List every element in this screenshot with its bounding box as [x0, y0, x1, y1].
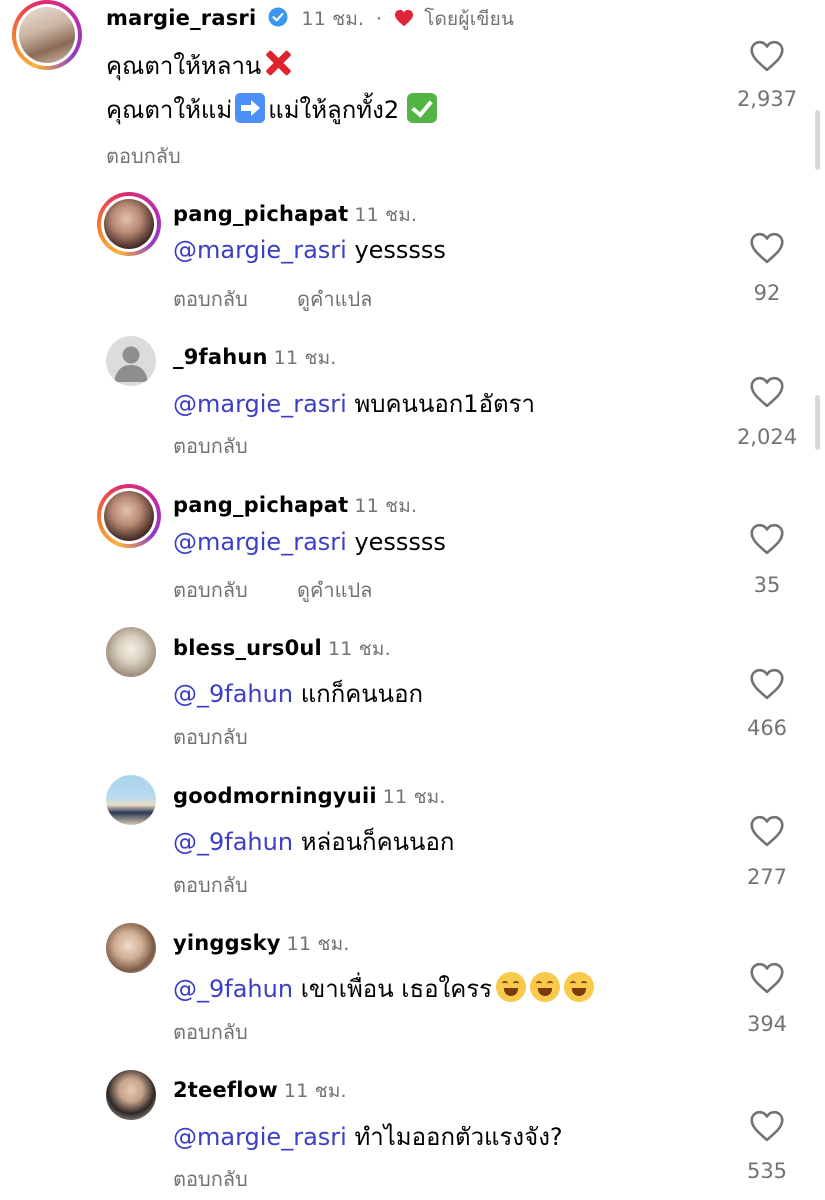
heart-badge-icon: [394, 8, 414, 32]
like-heart-icon[interactable]: [749, 962, 785, 994]
reply-button[interactable]: ตอบกลับ: [173, 721, 248, 753]
laughing-tears-emoji-icon: [530, 972, 561, 1002]
timestamp: 11 ชม.: [327, 638, 391, 660]
avatar[interactable]: [104, 491, 154, 541]
reply-button[interactable]: ตอบกลับ: [106, 140, 181, 172]
reply-button[interactable]: ตอบกลับ: [173, 430, 248, 462]
comment-body: yesssss: [346, 236, 446, 264]
mention-link[interactable]: @margie_rasri: [173, 528, 347, 556]
scrollbar-thumb[interactable]: [815, 395, 820, 450]
avatar[interactable]: [106, 336, 156, 386]
comment-text-a: คุณตาให้แม่: [106, 96, 233, 124]
comment-text: @_9fahun หล่อนก็คนนอก: [173, 822, 454, 861]
username[interactable]: pang_pichapat: [173, 202, 348, 226]
comment-body: หล่อนก็คนนอก: [293, 828, 455, 856]
mention-link[interactable]: @_9fahun: [173, 975, 293, 1003]
like-count: 394: [746, 1012, 788, 1036]
like-heart-icon[interactable]: [749, 1110, 785, 1142]
mention-link[interactable]: @_9fahun: [173, 680, 293, 708]
laughing-tears-emoji-icon: [496, 972, 527, 1002]
username[interactable]: bless_urs0ul: [173, 636, 322, 660]
comment-body: yesssss: [346, 528, 446, 556]
avatar[interactable]: [106, 923, 156, 973]
username[interactable]: 2teeflow: [173, 1078, 278, 1102]
default-avatar-icon: [114, 346, 148, 382]
like-heart-icon[interactable]: [749, 232, 785, 264]
timestamp: 11 ชม.: [283, 1080, 347, 1102]
avatar[interactable]: [104, 199, 154, 249]
comment-body: เขาเพื่อน เธอใครร: [293, 975, 493, 1003]
reply-button[interactable]: ตอบกลับ: [173, 869, 248, 901]
like-count: 277: [746, 865, 788, 889]
mention-link[interactable]: @margie_rasri: [173, 1123, 347, 1151]
avatar[interactable]: [106, 1070, 156, 1120]
avatar[interactable]: [19, 7, 75, 63]
like-count: 2,937: [736, 87, 798, 111]
like-heart-icon[interactable]: [749, 815, 785, 847]
timestamp: 11 ชม.: [273, 347, 337, 369]
reply-button[interactable]: ตอบกลับ: [173, 283, 248, 315]
username[interactable]: yinggsky: [173, 931, 281, 955]
comment-body: แกก็คนนอก: [293, 680, 424, 708]
comment-text: @_9fahun แกก็คนนอก: [173, 674, 423, 713]
like-count: 2,024: [736, 425, 798, 449]
comment-text: @_9fahun เขาเพื่อน เธอใครร: [173, 969, 595, 1008]
like-heart-icon[interactable]: [749, 376, 785, 408]
timestamp: 11 ชม.: [382, 786, 446, 808]
right-arrow-icon: [235, 93, 266, 123]
like-heart-icon[interactable]: [749, 523, 785, 555]
comment-body: พบคนนอก1อัตรา: [346, 390, 535, 418]
author-badge: โดยผู้เขียน: [424, 8, 515, 30]
timestamp: 11 ชม.: [354, 204, 418, 226]
like-count: 92: [753, 281, 781, 305]
like-heart-icon[interactable]: [749, 668, 785, 700]
comment-text: คุณตาให้หลาน: [106, 52, 262, 80]
reply-button[interactable]: ตอบกลับ: [173, 1163, 248, 1195]
timestamp: 11 ชม.: [301, 8, 365, 30]
comment-body: ทำไมออกตัวแรงจัง?: [346, 1123, 563, 1151]
reply-button[interactable]: ตอบกลับ: [173, 574, 248, 606]
comment-text: @margie_rasri พบคนนอก1อัตรา: [173, 384, 535, 423]
username[interactable]: _9fahun: [173, 345, 268, 369]
see-translation-button[interactable]: ดูคำแปล: [297, 283, 372, 315]
mention-link[interactable]: @_9fahun: [173, 828, 293, 856]
comment-text: @margie_rasri yesssss: [173, 236, 446, 264]
cross-mark-icon: [263, 48, 293, 78]
check-mark-icon: [407, 93, 438, 123]
dot-separator: ·: [375, 8, 383, 30]
timestamp: 11 ชม.: [354, 495, 418, 517]
see-translation-button[interactable]: ดูคำแปล: [297, 574, 372, 606]
username[interactable]: goodmorningyuii: [173, 784, 377, 808]
comment-text: @margie_rasri yesssss: [173, 528, 446, 556]
like-count: 35: [753, 573, 781, 597]
like-count: 535: [746, 1159, 788, 1183]
username[interactable]: margie_rasri: [106, 6, 256, 30]
comment-line-1: คุณตาให้หลาน: [106, 46, 293, 85]
comment-text: @margie_rasri ทำไมออกตัวแรงจัง?: [173, 1117, 563, 1156]
mention-link[interactable]: @margie_rasri: [173, 390, 347, 418]
scrollbar-thumb[interactable]: [815, 110, 820, 170]
mention-link[interactable]: @margie_rasri: [173, 236, 347, 264]
avatar[interactable]: [106, 627, 156, 677]
verified-badge-icon: [268, 7, 288, 32]
timestamp: 11 ชม.: [286, 933, 350, 955]
reply-button[interactable]: ตอบกลับ: [173, 1016, 248, 1048]
username[interactable]: pang_pichapat: [173, 493, 348, 517]
like-heart-icon[interactable]: [749, 40, 785, 72]
comment-text-b: แม่ให้ลูกทั้ง2: [268, 96, 400, 124]
like-count: 466: [746, 716, 788, 740]
comment-line-2: คุณตาให้แม่ แม่ให้ลูกทั้ง2: [106, 90, 438, 129]
laughing-tears-emoji-icon: [564, 972, 595, 1002]
avatar[interactable]: [106, 775, 156, 825]
